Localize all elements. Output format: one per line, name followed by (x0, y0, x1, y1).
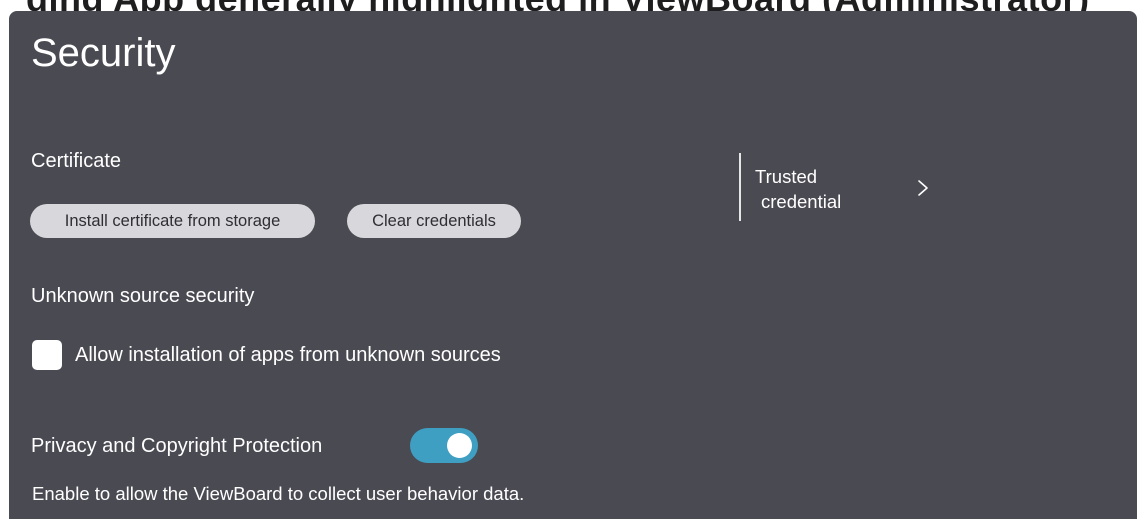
clear-credentials-button[interactable]: Clear credentials (347, 204, 521, 238)
privacy-protection-toggle[interactable] (410, 428, 478, 463)
toggle-knob (447, 433, 472, 458)
trusted-credential-line2: credential (761, 191, 842, 212)
privacy-description: Enable to allow the ViewBoard to collect… (32, 483, 525, 504)
vertical-divider (739, 153, 741, 221)
trusted-credential-line1: Trusted (755, 166, 818, 187)
unknown-sources-checkbox[interactable] (32, 340, 62, 370)
privacy-protection-label: Privacy and Copyright Protection (31, 435, 323, 457)
trusted-credential-link[interactable]: Trusted credential (755, 164, 945, 214)
chevron-right-icon (918, 180, 928, 196)
install-certificate-button[interactable]: Install certificate from storage (30, 204, 315, 238)
page-title: Security (31, 31, 176, 75)
unknown-source-section-label: Unknown source security (31, 285, 255, 307)
unknown-sources-checkbox-label: Allow installation of apps from unknown … (75, 344, 501, 366)
certificate-section-label: Certificate (31, 150, 122, 172)
security-settings-panel: Security Certificate Install certificate… (9, 11, 1137, 519)
trusted-credential-label: Trusted credential (755, 164, 841, 214)
